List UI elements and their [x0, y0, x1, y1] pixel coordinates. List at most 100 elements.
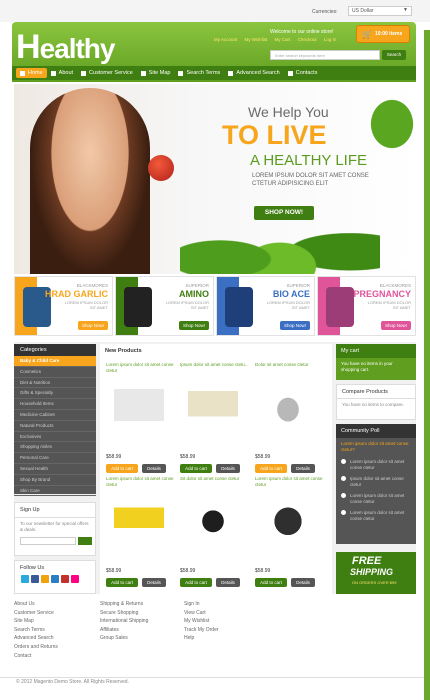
- product-name[interactable]: Sit dolor sit amet conse ctetur: [180, 476, 250, 488]
- product-name[interactable]: Lorem ipsum dolor sit amet conse ctetur: [255, 476, 325, 488]
- category-item[interactable]: Household Items: [14, 399, 96, 410]
- nav-customer-service[interactable]: Customer Service: [77, 68, 137, 78]
- category-item[interactable]: Diet & Nutrition: [14, 378, 96, 389]
- category-item[interactable]: Shopping Aisles: [14, 442, 96, 454]
- promo-shop-button[interactable]: Shop Now!: [78, 321, 108, 330]
- currency-select[interactable]: US Dollar ▼: [348, 6, 412, 16]
- details-button[interactable]: Details: [291, 578, 315, 587]
- promo-shop-button[interactable]: Shop Now!: [381, 321, 411, 330]
- shop-now-button[interactable]: SHOP NOW!: [254, 206, 314, 220]
- poll-option[interactable]: Ipsum dolor sit amet conse ctetur: [336, 473, 416, 490]
- product-image[interactable]: [263, 496, 313, 542]
- footer-link[interactable]: View Cart: [184, 609, 219, 618]
- details-button[interactable]: Details: [291, 464, 315, 473]
- footer-link[interactable]: Help: [184, 634, 219, 643]
- checkout-link[interactable]: Checkout: [298, 37, 317, 42]
- footer-link[interactable]: About Us: [14, 600, 58, 609]
- product-name[interactable]: Lorem ipsum dolor sit amet conse ctetur: [106, 362, 176, 374]
- radio-button[interactable]: [341, 459, 346, 464]
- product-name[interactable]: Lorem ipsum dolor sit amet conse ctetur: [106, 476, 176, 488]
- poll-option[interactable]: Lorem ipsum dolor sit amet conse ctetur: [336, 456, 416, 473]
- mycart-text: You have no items in your shopping cart.: [341, 361, 393, 372]
- add-to-cart-button[interactable]: Add to cart: [106, 578, 138, 587]
- promo-card[interactable]: SUPERIOR BIO ACE LOREM IPSUM DOLOR SIT A…: [216, 276, 315, 336]
- login-link[interactable]: Log In: [324, 37, 337, 42]
- radio-button[interactable]: [341, 476, 346, 481]
- category-item[interactable]: Shop By Brand: [14, 475, 96, 486]
- nav-about[interactable]: About: [47, 68, 77, 78]
- twitter-icon[interactable]: [21, 575, 29, 583]
- radio-button[interactable]: [341, 493, 346, 498]
- youtube-icon[interactable]: [61, 575, 69, 583]
- footer-link[interactable]: International Shipping: [100, 617, 148, 626]
- footer-link[interactable]: Orders and Returns: [14, 643, 58, 652]
- cart-button[interactable]: 🛒 10:00 items: [356, 25, 410, 43]
- newsletter-email-input[interactable]: [20, 537, 76, 545]
- category-item[interactable]: Gifts & Specialty: [14, 388, 96, 400]
- delicious-icon[interactable]: [51, 575, 59, 583]
- footer-link[interactable]: My Wishlist: [184, 617, 219, 626]
- my-cart-link[interactable]: My Cart: [275, 37, 291, 42]
- category-item[interactable]: Baby & Child Care: [14, 356, 96, 367]
- my-account-link[interactable]: My Account: [214, 37, 237, 42]
- footer-link[interactable]: Affiliates: [100, 626, 148, 635]
- nav-search-terms[interactable]: Search Terms: [174, 68, 224, 78]
- details-button[interactable]: Details: [142, 464, 166, 473]
- facebook-icon[interactable]: [31, 575, 39, 583]
- product-image[interactable]: [263, 382, 313, 428]
- footer-link[interactable]: Advanced Search: [14, 634, 58, 643]
- category-item[interactable]: Sexual Health: [14, 464, 96, 475]
- poll-option[interactable]: Lorem ipsum dolor sit amet conse ctetur: [336, 490, 416, 507]
- product-image[interactable]: [188, 382, 238, 428]
- footer-link[interactable]: Contact: [14, 652, 58, 661]
- add-to-cart-button[interactable]: Add to cart: [180, 578, 212, 587]
- promo-card[interactable]: SUPERIOR AMINO LOREM IPSUM DOLOR SIT AME…: [115, 276, 214, 336]
- search-input[interactable]: Enter search keywords here: [270, 50, 380, 60]
- category-item[interactable]: Skin Care: [14, 486, 96, 497]
- category-item[interactable]: Medicine Cabinet: [14, 410, 96, 421]
- footer-link[interactable]: Customer Service: [14, 609, 58, 618]
- product-image[interactable]: [188, 496, 238, 542]
- product-image[interactable]: [114, 382, 164, 428]
- product-name[interactable]: Dolor sit amet conse ctetur: [255, 362, 325, 374]
- footer-link[interactable]: Sign In: [184, 600, 219, 609]
- nav-contacts[interactable]: Contacts: [284, 68, 322, 78]
- my-wishlist-link[interactable]: My Wishlist: [245, 37, 268, 42]
- details-button[interactable]: Details: [216, 464, 240, 473]
- category-item[interactable]: Exclusives: [14, 432, 96, 443]
- category-item[interactable]: Natural Products: [14, 421, 96, 432]
- search-button[interactable]: Search: [382, 50, 406, 60]
- promo-card[interactable]: BLACKMORES HRAD GARLIC LOREM IPSUM DOLOR…: [14, 276, 113, 336]
- footer-link[interactable]: Group Sales: [100, 634, 148, 643]
- radio-button[interactable]: [341, 510, 346, 515]
- footer-link[interactable]: Track My Order: [184, 626, 219, 635]
- promo-shop-button[interactable]: Shop Now!: [280, 321, 310, 330]
- rss-icon[interactable]: [41, 575, 49, 583]
- flickr-icon[interactable]: [71, 575, 79, 583]
- poll-option[interactable]: Lorem ipsum dolor sit amet conse ctetur: [336, 507, 416, 524]
- logo[interactable]: Healthy: [16, 28, 115, 67]
- footer-link[interactable]: Shipping & Returns: [100, 600, 148, 609]
- footer-link[interactable]: Search Terms: [14, 626, 58, 635]
- product-image[interactable]: [114, 496, 164, 542]
- promo-product-image: [326, 287, 354, 327]
- promo-shop-button[interactable]: Shop Now!: [179, 321, 209, 330]
- details-button[interactable]: Details: [142, 578, 166, 587]
- footer-link[interactable]: Site Map: [14, 617, 58, 626]
- promo-brand: SUPERIOR: [286, 283, 310, 288]
- product-name[interactable]: Ipsum dolor sit amet conse ctetu...: [180, 362, 250, 374]
- slider-pager[interactable]: [398, 262, 412, 268]
- promo-card[interactable]: BLACKMORES PREGNANCY LOREM IPSUM DOLOR S…: [317, 276, 416, 336]
- add-to-cart-button[interactable]: Add to cart: [106, 464, 138, 473]
- nav-site-map[interactable]: Site Map: [137, 68, 175, 78]
- category-item[interactable]: Cosmetics: [14, 367, 96, 378]
- nav-home[interactable]: Home: [16, 68, 47, 78]
- add-to-cart-button[interactable]: Add to cart: [180, 464, 212, 473]
- add-to-cart-button[interactable]: Add to cart: [255, 464, 287, 473]
- footer-link[interactable]: Secure Shopping: [100, 609, 148, 618]
- nav-advanced-search[interactable]: Advanced Search: [224, 68, 283, 78]
- category-item[interactable]: Personal Care: [14, 453, 96, 464]
- details-button[interactable]: Details: [216, 578, 240, 587]
- newsletter-submit-button[interactable]: [78, 537, 92, 545]
- add-to-cart-button[interactable]: Add to cart: [255, 578, 287, 587]
